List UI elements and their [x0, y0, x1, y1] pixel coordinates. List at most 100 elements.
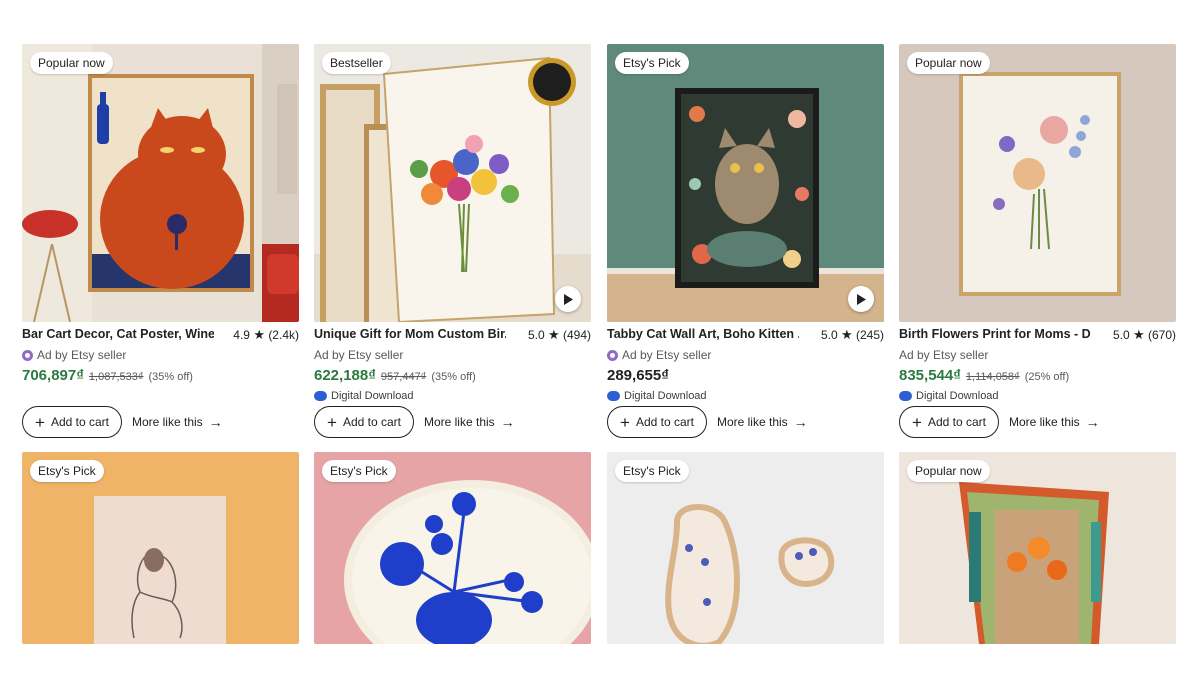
cloud-download-icon	[607, 391, 620, 401]
seller-line: Ad by Etsy seller	[22, 347, 299, 363]
digital-download-label: Digital Download	[331, 390, 414, 402]
play-icon[interactable]	[848, 286, 874, 312]
listing-badge: Etsy's Pick	[30, 460, 104, 482]
plus-icon: +	[912, 412, 922, 432]
listing-image[interactable]: Etsy's Pick	[607, 44, 884, 322]
price-row: 289,655₫	[607, 367, 884, 385]
listing-card: Popular now Birth Flowers Print for Moms…	[899, 44, 1176, 438]
star-icon: ★	[1132, 327, 1145, 342]
digital-download-label: Digital Download	[916, 390, 999, 402]
seller-line: Ad by Etsy seller	[607, 347, 884, 363]
listing-rating: 4.9 ★ (2.4k)	[233, 327, 299, 343]
review-count: (245)	[855, 328, 884, 342]
star-icon: ★	[253, 327, 265, 342]
sale-price: 622,188₫	[314, 367, 376, 384]
listing-meta: Bar Cart Decor, Cat Poster, Wine... 4.9 …	[22, 327, 299, 345]
review-count: (494)	[562, 328, 591, 342]
listing-card: Etsy's Pick	[607, 452, 884, 644]
listing-badge: Popular now	[907, 460, 990, 482]
more-like-this-label: More like this	[423, 415, 495, 429]
add-to-cart-label: Add to cart	[50, 415, 109, 429]
listing-title[interactable]: Bar Cart Decor, Cat Poster, Wine...	[22, 327, 214, 341]
star-icon: ★	[547, 327, 560, 342]
etsy-seller-icon	[607, 349, 618, 361]
listing-title[interactable]: Unique Gift for Mom Custom Bir...	[314, 327, 506, 341]
digital-download-line: Digital Download	[899, 389, 1176, 403]
add-to-cart-label: Add to cart	[342, 415, 401, 429]
digital-download-line: Digital Download	[314, 389, 591, 403]
cloud-download-icon	[314, 391, 327, 401]
more-like-this-label: More like this	[131, 415, 203, 429]
more-like-this-link[interactable]: More like this →	[132, 414, 223, 430]
more-like-this-label: More like this	[716, 415, 788, 429]
listing-badge: Etsy's Pick	[615, 52, 689, 74]
digital-download-label: Digital Download	[624, 390, 707, 402]
sale-price: 706,897₫	[22, 367, 84, 384]
plus-icon: +	[327, 412, 337, 432]
review-count: (670)	[1147, 328, 1176, 342]
add-to-cart-label: Add to cart	[635, 415, 694, 429]
listing-badge: Etsy's Pick	[615, 460, 689, 482]
listing-rating: 5.0 ★ (245)	[821, 327, 884, 343]
rating-value: 5.0	[820, 328, 838, 342]
arrow-right-icon: →	[1085, 414, 1100, 430]
more-like-this-link[interactable]: More like this →	[1009, 414, 1100, 430]
discount-label: (35% off)	[148, 371, 193, 383]
etsy-seller-icon	[22, 349, 33, 361]
arrow-right-icon: →	[793, 414, 808, 430]
price-row: 706,897₫ 1,087,533₫ (35% off)	[22, 367, 299, 385]
rating-value: 5.0	[1112, 328, 1130, 342]
review-count: (2.4k)	[268, 328, 299, 342]
listing-card: Popular now	[899, 452, 1176, 644]
listing-meta: Tabby Cat Wall Art, Boho Kitten ... 5.0 …	[607, 327, 884, 345]
listing-title[interactable]: Birth Flowers Print for Moms - Di...	[899, 327, 1091, 341]
more-like-this-link[interactable]: More like this →	[717, 414, 808, 430]
cloud-download-icon	[899, 391, 912, 401]
add-to-cart-button[interactable]: + Add to cart	[607, 406, 707, 438]
listing-meta: Unique Gift for Mom Custom Bir... 5.0 ★ …	[314, 327, 591, 345]
arrow-right-icon: →	[208, 414, 223, 430]
more-like-this-label: More like this	[1008, 415, 1080, 429]
original-price: 957,447₫	[380, 371, 427, 383]
listing-badge: Etsy's Pick	[322, 460, 396, 482]
listing-image[interactable]: Etsy's Pick	[314, 452, 591, 644]
listing-image[interactable]: Etsy's Pick	[607, 452, 884, 644]
listing-card: Bestseller Unique Gift for Mom Custom Bi…	[314, 44, 591, 438]
listing-card: Etsy's Pick	[314, 452, 591, 644]
add-to-cart-label: Add to cart	[927, 415, 986, 429]
price-row: 622,188₫ 957,447₫ (35% off)	[314, 367, 591, 385]
discount-label: (25% off)	[1024, 371, 1070, 383]
listing-image[interactable]: Popular now	[899, 44, 1176, 322]
listing-title[interactable]: Tabby Cat Wall Art, Boho Kitten ...	[607, 327, 799, 341]
star-icon: ★	[840, 327, 853, 342]
seller-label: Ad by Etsy seller	[622, 348, 712, 362]
discount-label: (35% off)	[431, 371, 476, 383]
listing-card: Etsy's Pick	[22, 452, 299, 644]
listing-image[interactable]: Popular now	[22, 44, 299, 322]
more-like-this-link[interactable]: More like this →	[424, 414, 515, 430]
add-to-cart-button[interactable]: + Add to cart	[22, 406, 122, 438]
add-to-cart-button[interactable]: + Add to cart	[899, 406, 999, 438]
plus-icon: +	[35, 412, 45, 432]
digital-download-line: Digital Download	[607, 389, 884, 403]
listing-image[interactable]: Bestseller	[314, 44, 591, 322]
add-to-cart-button[interactable]: + Add to cart	[314, 406, 414, 438]
original-price: 1,087,533₫	[88, 371, 144, 383]
price-row: 835,544₫ 1,114,058₫ (25% off)	[899, 367, 1176, 385]
listing-card: Etsy's Pick Tabby Cat Wall Art, Boho Kit…	[607, 44, 884, 438]
listing-image[interactable]: Popular now	[899, 452, 1176, 644]
listing-image[interactable]: Etsy's Pick	[22, 452, 299, 644]
listing-rating: 5.0 ★ (494)	[528, 327, 591, 343]
listing-badge: Popular now	[907, 52, 990, 74]
listing-badge: Popular now	[30, 52, 113, 74]
arrow-right-icon: →	[500, 414, 515, 430]
listing-actions: + Add to cart More like this →	[314, 406, 515, 438]
birth-flowers-print-image	[899, 44, 1176, 322]
tabby-cat-print-image	[607, 44, 884, 322]
rating-value: 4.9	[233, 328, 250, 342]
seller-label: Ad by Etsy seller	[37, 348, 127, 362]
play-icon[interactable]	[555, 286, 581, 312]
listing-card: Popular now Bar Cart Decor, Cat Poster, …	[22, 44, 299, 438]
sale-price: 835,544₫	[899, 367, 961, 384]
plus-icon: +	[620, 412, 630, 432]
